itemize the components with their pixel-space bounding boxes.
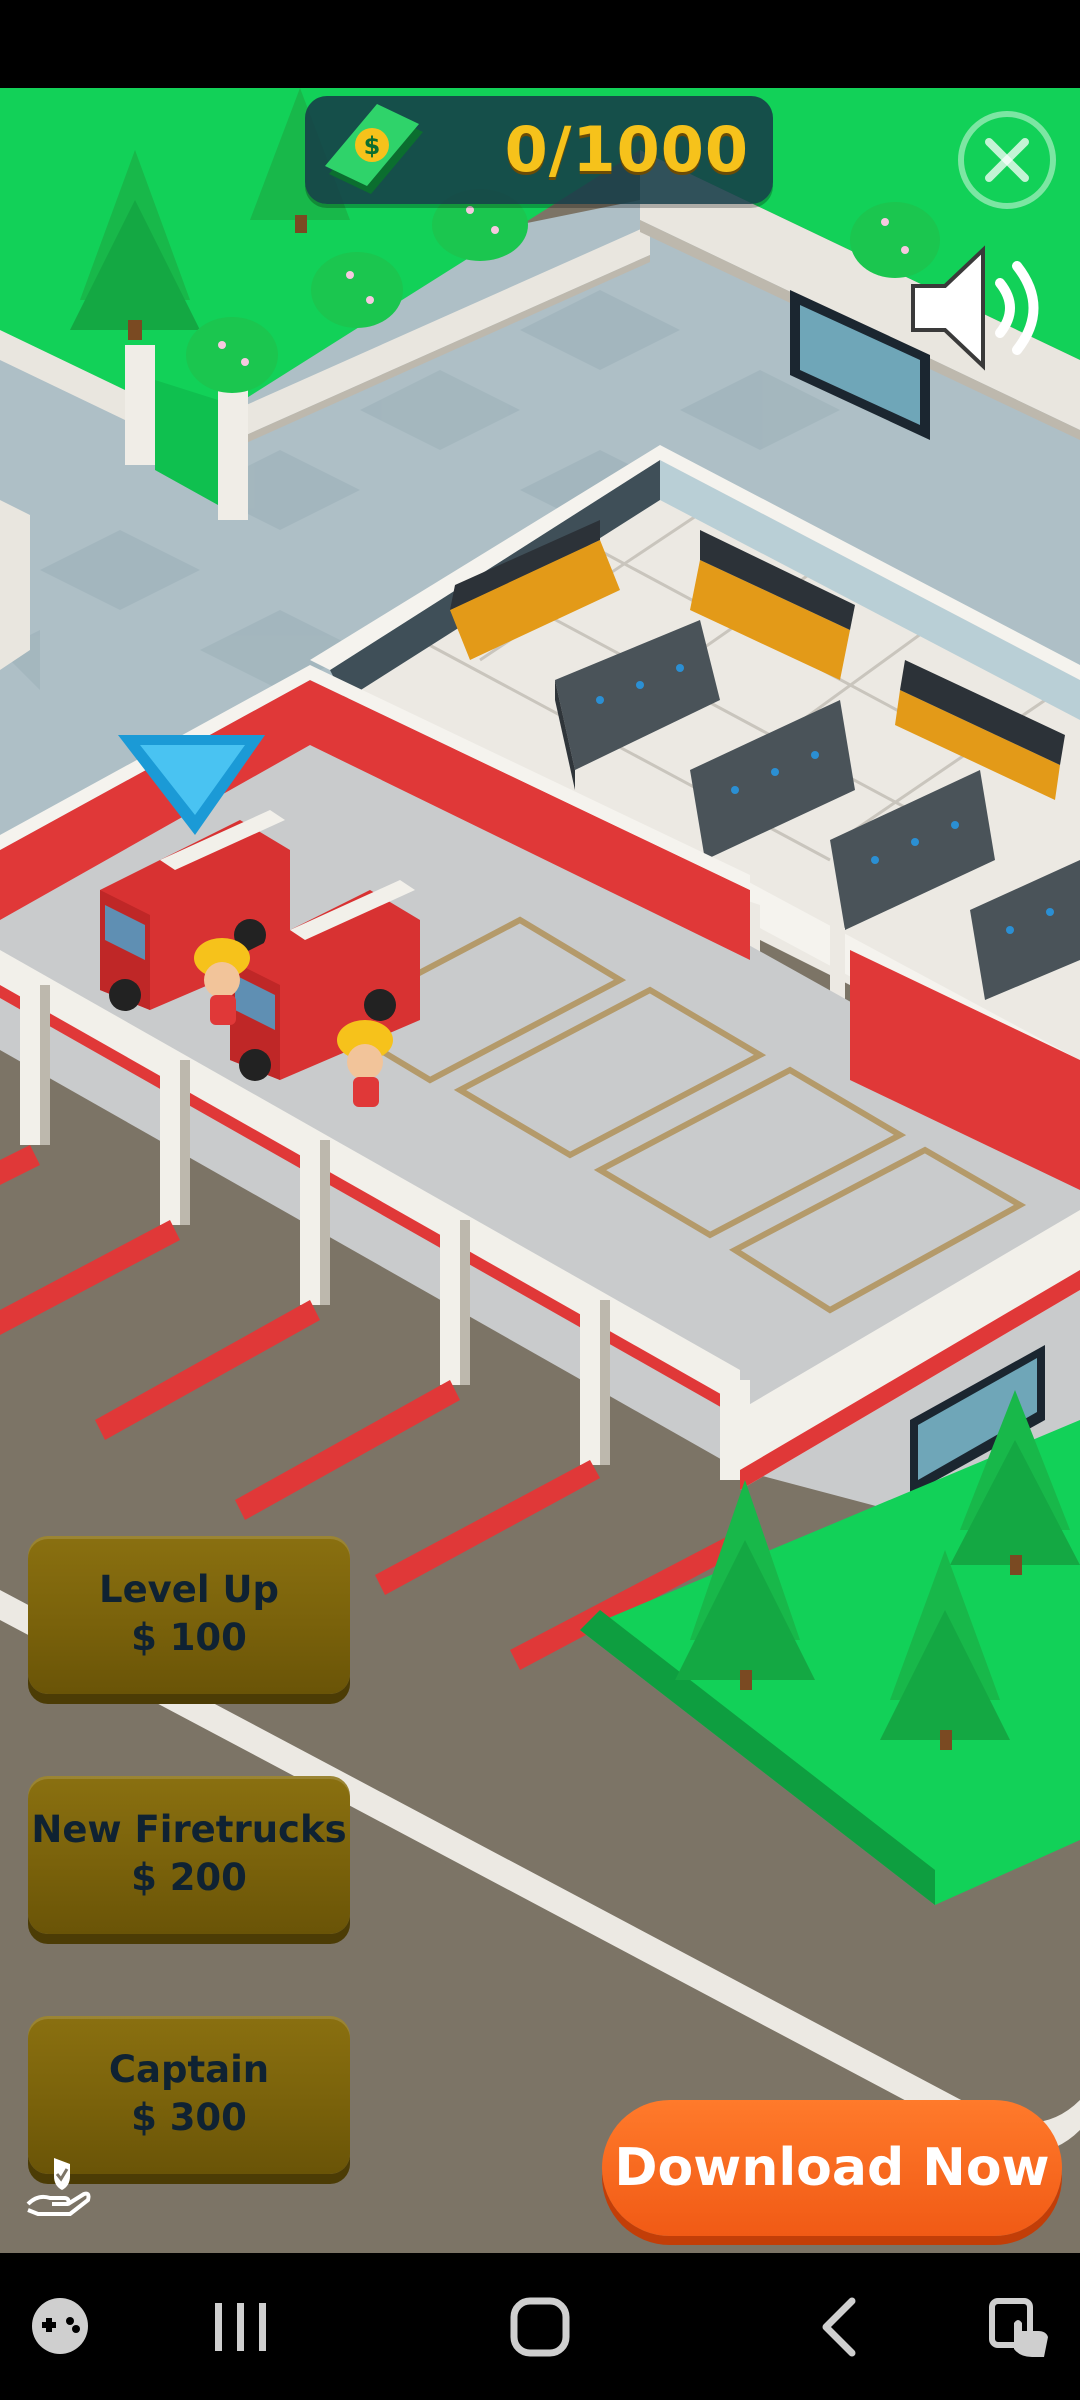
home-button[interactable]: [500, 2253, 580, 2400]
captain-price: $ 300: [131, 2096, 247, 2139]
back-button[interactable]: [800, 2253, 880, 2400]
level-up-price: $ 100: [131, 1616, 247, 1659]
system-nav-bar: [0, 2253, 1080, 2400]
game-controller-icon: [32, 2298, 88, 2354]
download-now-button[interactable]: Download Now: [602, 2100, 1062, 2236]
speaker-volume-icon: [911, 245, 1039, 371]
back-icon: [822, 2297, 856, 2357]
new-firetrucks-label: New Firetrucks: [31, 1808, 347, 1851]
screen-touch-button[interactable]: [980, 2253, 1060, 2400]
game-screen: $ 0/1000 Level Up $ 100 New Firetrucks $…: [0, 0, 1080, 2400]
captain-button[interactable]: Captain $ 300: [28, 2016, 350, 2174]
recent-apps-icon: [215, 2303, 266, 2351]
close-button[interactable]: [955, 108, 1059, 212]
level-up-label: Level Up: [99, 1568, 279, 1611]
recent-apps-button[interactable]: [200, 2253, 280, 2400]
sound-toggle-button[interactable]: [905, 238, 1055, 378]
screen-touch-icon: [989, 2298, 1048, 2357]
hand-shield-icon[interactable]: [24, 2152, 94, 2222]
cash-bill-icon: $: [325, 104, 423, 194]
close-x-icon: [958, 111, 1056, 209]
captain-label: Captain: [108, 2048, 270, 2091]
game-launcher-button[interactable]: [20, 2253, 100, 2400]
level-up-button[interactable]: Level Up $ 100: [28, 1536, 350, 1694]
new-firetrucks-price: $ 200: [131, 1856, 247, 1899]
money-counter: $ 0/1000: [305, 96, 773, 204]
home-icon: [510, 2297, 570, 2357]
svg-text:$: $: [364, 132, 381, 160]
money-amount: 0/1000: [504, 113, 749, 186]
new-firetrucks-button[interactable]: New Firetrucks $ 200: [28, 1776, 350, 1934]
